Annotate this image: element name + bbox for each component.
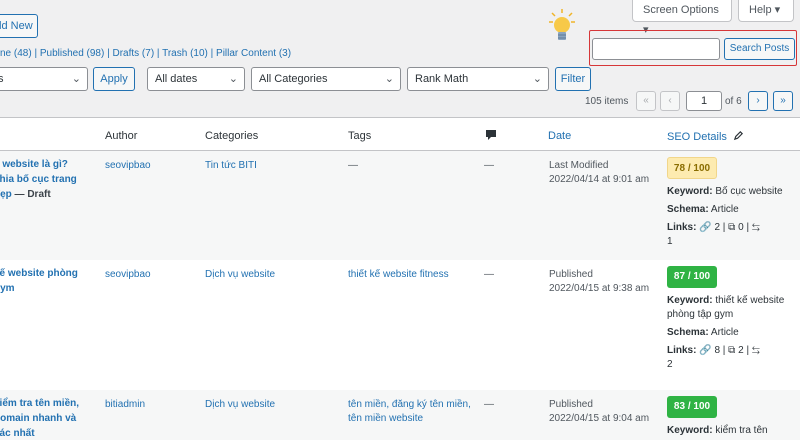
date-status: Published xyxy=(549,399,593,410)
post-tags: — xyxy=(348,160,358,171)
help-tab[interactable]: Help ▾ xyxy=(738,0,794,22)
seo-details-label: SEO Details xyxy=(667,131,727,143)
post-category[interactable]: Dịch vụ website xyxy=(205,268,275,282)
title-line: chia bố cục trang xyxy=(0,174,77,185)
post-tags[interactable]: thiết kế website fitness xyxy=(348,268,473,282)
last-page-button[interactable]: » xyxy=(773,91,793,111)
column-seo-details[interactable]: SEO Details xyxy=(667,130,744,143)
keyword-label: Keyword: xyxy=(667,186,713,197)
search-posts-button[interactable]: Search Posts xyxy=(724,38,795,60)
post-tags[interactable]: tên miền, đăng ký tên miền, tên miền web… xyxy=(348,398,473,426)
bulk-actions-select[interactable]: s ⌄ xyxy=(0,67,88,91)
schema-value: Article xyxy=(710,327,739,338)
column-author: Author xyxy=(105,130,138,142)
categories-value: All Categories xyxy=(259,73,328,85)
seo-score-badge: 83 / 100 xyxy=(667,396,717,418)
date-value: 2022/04/14 at 9:01 am xyxy=(549,174,650,185)
post-author[interactable]: seovipbao xyxy=(105,159,151,173)
date-status: Published xyxy=(549,269,593,280)
current-page-input[interactable]: 1 xyxy=(686,91,722,111)
post-comments: — xyxy=(484,160,494,171)
chevron-down-icon: ⌄ xyxy=(384,73,394,85)
keyword-value: kiểm tra tên xyxy=(715,425,768,436)
post-title-link[interactable]: kiểm tra tên miền, domain nhanh và xác n… xyxy=(0,396,94,440)
table-row: kế website phòng gym seovipbao Dịch vụ w… xyxy=(0,260,800,390)
column-categories: Categories xyxy=(205,130,259,142)
keyword-label: Keyword: xyxy=(667,295,713,306)
status-filter-links[interactable]: ne (48) | Published (98) | Drafts (7) | … xyxy=(0,48,291,59)
date-value: 2022/04/15 at 9:38 am xyxy=(549,283,650,294)
post-author[interactable]: seovipbao xyxy=(105,268,151,282)
links-extra: 2 xyxy=(667,359,673,370)
prev-page-button[interactable]: ‹ xyxy=(660,91,680,111)
post-title-link[interactable]: kế website phòng gym xyxy=(0,266,94,296)
post-comments: — xyxy=(484,399,494,410)
apply-button[interactable]: Apply xyxy=(93,67,135,91)
pencil-icon[interactable] xyxy=(733,130,744,141)
categories-select[interactable]: All Categories ⌄ xyxy=(251,67,401,91)
seo-details: 78 / 100 Keyword: Bố cục website Schema:… xyxy=(667,157,792,249)
column-tags: Tags xyxy=(348,130,372,142)
next-page-button[interactable]: › xyxy=(748,91,768,111)
total-pages: of 6 xyxy=(725,96,742,107)
bulk-actions-value: s xyxy=(0,73,4,85)
rank-math-value: Rank Math xyxy=(415,73,469,85)
post-state: — Draft xyxy=(11,189,51,200)
title-line: c website là gì? xyxy=(0,159,68,170)
title-line: kế website phòng xyxy=(0,268,78,279)
screen-options-tab[interactable]: Screen Options ▾ xyxy=(632,0,732,36)
post-date: Published 2022/04/15 at 9:38 am xyxy=(549,268,659,296)
title-line: xác nhất xyxy=(0,428,35,439)
links-label: Links: xyxy=(667,222,697,233)
lightbulb-icon xyxy=(549,9,575,40)
schema-value: Article xyxy=(710,204,739,215)
title-line: domain nhanh và xyxy=(0,413,77,424)
comment-bubble-icon[interactable] xyxy=(485,129,497,141)
seo-score-badge: 87 / 100 xyxy=(667,266,717,288)
post-title-link[interactable]: c website là gì? chia bố cục trang đẹp —… xyxy=(0,157,94,202)
chevron-down-icon: ⌄ xyxy=(228,73,238,85)
status-links[interactable]: ne (48) | Published (98) | Drafts (7) | … xyxy=(0,48,291,59)
keyword-value: Bố cục website xyxy=(715,186,783,197)
posts-table: Author Categories Tags Date SEO Details … xyxy=(0,117,800,440)
schema-label: Schema: xyxy=(667,327,709,338)
link-icon: 🔗 xyxy=(699,345,712,356)
table-row: kiểm tra tên miền, domain nhanh và xác n… xyxy=(0,390,800,440)
title-line: đẹp xyxy=(0,189,12,200)
title-line: kiểm tra tên miền, xyxy=(0,398,80,409)
first-page-button[interactable]: « xyxy=(636,91,656,111)
seo-details: 83 / 100 Keyword: kiểm tra tên xyxy=(667,396,792,440)
links-extra: 1 xyxy=(667,236,673,247)
links-value: 8 | ⧉ 2 | ⇆ xyxy=(714,345,760,356)
dates-value: All dates xyxy=(155,73,198,85)
date-value: 2022/04/15 at 9:04 am xyxy=(549,413,650,424)
chevron-down-icon: ⌄ xyxy=(71,73,81,85)
date-status: Last Modified xyxy=(549,160,609,171)
chevron-down-icon: ⌄ xyxy=(532,73,542,85)
add-new-button[interactable]: dd New xyxy=(0,14,38,38)
links-value: 2 | ⧉ 0 | ⇆ xyxy=(714,222,760,233)
link-icon: 🔗 xyxy=(699,222,712,233)
search-input[interactable] xyxy=(592,38,720,60)
seo-score-badge: 78 / 100 xyxy=(667,157,717,179)
table-row: c website là gì? chia bố cục trang đẹp —… xyxy=(0,150,800,260)
seo-details: 87 / 100 Keyword: thiết kế website phòng… xyxy=(667,266,792,372)
filter-button[interactable]: Filter xyxy=(555,67,591,91)
post-comments: — xyxy=(484,269,494,280)
post-category[interactable]: Dịch vụ website xyxy=(205,398,275,412)
post-author[interactable]: bitiadmin xyxy=(105,398,145,412)
post-date: Last Modified 2022/04/14 at 9:01 am xyxy=(549,159,659,187)
post-date: Published 2022/04/15 at 9:04 am xyxy=(549,398,659,426)
title-line: gym xyxy=(0,283,15,294)
post-category[interactable]: Tin tức BITI xyxy=(205,159,257,173)
column-date[interactable]: Date xyxy=(548,130,571,142)
items-count: 105 items xyxy=(585,96,629,107)
rank-math-select[interactable]: Rank Math ⌄ xyxy=(407,67,549,91)
schema-label: Schema: xyxy=(667,204,709,215)
dates-select[interactable]: All dates ⌄ xyxy=(147,67,245,91)
links-label: Links: xyxy=(667,345,697,356)
keyword-label: Keyword: xyxy=(667,425,713,436)
